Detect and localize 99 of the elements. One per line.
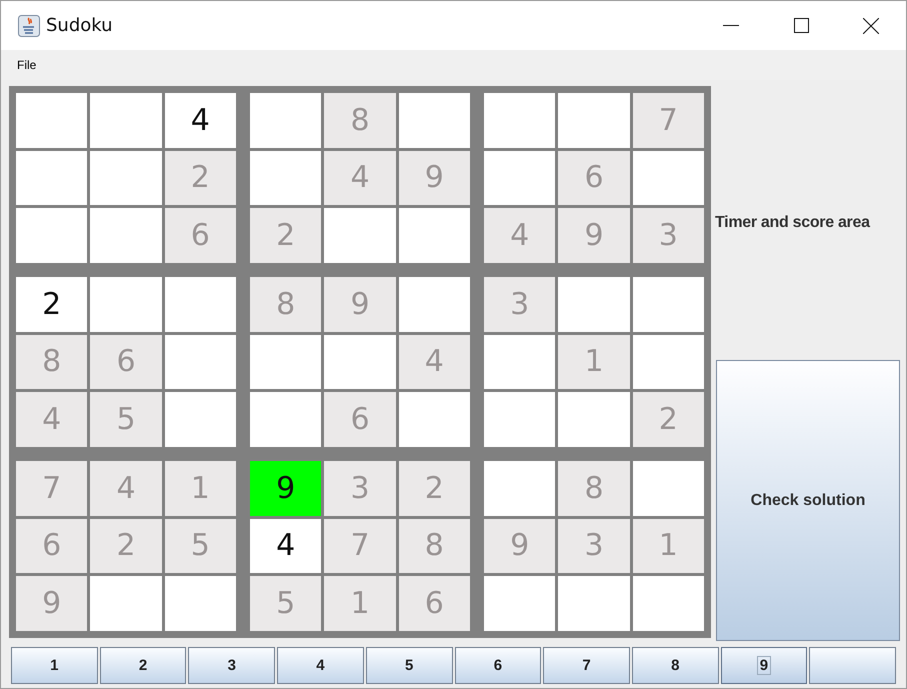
number-button[interactable]: 7 [543,647,630,684]
sudoku-cell[interactable]: 3 [632,208,704,263]
maximize-icon [794,18,808,33]
sudoku-cell[interactable]: 5 [250,576,322,631]
sudoku-cell[interactable] [398,208,470,263]
sudoku-cell[interactable] [398,277,470,332]
sudoku-cell[interactable] [164,392,236,447]
sudoku-cell[interactable]: 5 [90,392,162,447]
sudoku-cell[interactable]: 3 [484,277,556,332]
check-solution-button[interactable]: Check solution [716,360,900,641]
sudoku-cell[interactable] [250,150,322,206]
sudoku-cell[interactable] [632,277,704,332]
number-button[interactable] [809,647,896,684]
sudoku-cell[interactable] [484,93,556,148]
number-button[interactable]: 2 [100,647,186,684]
sudoku-cell[interactable]: 7 [632,93,704,148]
sudoku-cell[interactable]: 4 [250,518,322,574]
sudoku-cell[interactable]: 6 [324,392,396,447]
number-button[interactable]: 8 [632,647,719,684]
sudoku-cell[interactable] [164,334,236,390]
sudoku-cell[interactable]: 2 [16,277,88,332]
sudoku-cell[interactable]: 9 [398,150,470,206]
sudoku-cell[interactable] [16,208,88,263]
sudoku-cell[interactable] [484,392,556,447]
sudoku-cell[interactable] [632,461,704,516]
sudoku-cell[interactable]: 4 [324,150,396,206]
sudoku-cell[interactable] [558,392,630,447]
sudoku-cell[interactable]: 1 [632,518,704,574]
sudoku-cell[interactable]: 6 [398,576,470,631]
sudoku-cell[interactable]: 8 [398,518,470,574]
sudoku-cell[interactable] [484,150,556,206]
sudoku-cell[interactable]: 2 [90,518,162,574]
sudoku-cell[interactable] [324,208,396,263]
window-title: Sudoku [46,15,113,36]
sudoku-cell[interactable] [90,576,162,631]
sudoku-cell[interactable]: 8 [324,93,396,148]
sudoku-cell[interactable] [90,150,162,206]
sudoku-cell[interactable]: 2 [164,150,236,206]
sudoku-cell[interactable] [632,150,704,206]
sudoku-cell[interactable]: 6 [558,150,630,206]
timer-score-label: Timer and score area [715,214,870,232]
sudoku-cell[interactable] [398,392,470,447]
sudoku-cell[interactable]: 4 [484,208,556,263]
number-button[interactable]: 1 [11,647,98,684]
sudoku-cell[interactable] [250,93,322,148]
sudoku-cell[interactable] [90,208,162,263]
sudoku-cell[interactable] [16,93,88,148]
sudoku-cell[interactable]: 9 [558,208,630,263]
sudoku-cell[interactable]: 4 [164,93,236,148]
sudoku-cell[interactable] [90,93,162,148]
number-button[interactable]: 4 [277,647,364,684]
sudoku-cell[interactable]: 9 [16,576,88,631]
sudoku-cell[interactable]: 9 [484,518,556,574]
sudoku-cell[interactable]: 8 [250,277,322,332]
sudoku-cell[interactable] [250,334,322,390]
sudoku-cell[interactable]: 6 [90,334,162,390]
sudoku-cell[interactable] [16,150,88,206]
sudoku-cell[interactable]: 2 [632,392,704,447]
sudoku-cell[interactable]: 4 [16,392,88,447]
sudoku-cell[interactable] [632,334,704,390]
sudoku-cell[interactable] [484,576,556,631]
number-button[interactable]: 3 [188,647,276,684]
menu-item[interactable]: File [17,58,36,72]
app-icon [18,14,40,36]
number-button[interactable]: 9 [720,647,808,684]
sudoku-cell[interactable]: 4 [90,461,162,516]
sudoku-cell[interactable] [398,93,470,148]
sudoku-cell[interactable] [558,93,630,148]
sudoku-cell[interactable]: 7 [324,518,396,574]
sudoku-cell[interactable] [484,334,556,390]
sudoku-cell[interactable] [164,277,236,332]
sudoku-cell[interactable]: 7 [16,461,88,516]
sudoku-cell[interactable] [90,277,162,332]
sudoku-cell[interactable]: 9 [324,277,396,332]
sudoku-cell[interactable] [164,576,236,631]
sudoku-cell[interactable]: 8 [558,461,630,516]
sudoku-cell[interactable] [484,461,556,516]
sudoku-cell[interactable] [558,277,630,332]
sudoku-cell[interactable]: 8 [16,334,88,390]
sudoku-cell[interactable]: 1 [324,576,396,631]
sudoku-cell[interactable]: 1 [164,461,236,516]
sudoku-cell[interactable]: 6 [164,208,236,263]
sudoku-cell[interactable]: 5 [164,518,236,574]
minimize-icon [723,24,739,26]
number-button[interactable]: 5 [366,647,453,684]
sudoku-cell[interactable] [632,576,704,631]
sudoku-cell[interactable] [558,576,630,631]
number-button[interactable]: 6 [454,647,542,684]
sudoku-cell[interactable]: 2 [250,208,322,263]
sudoku-cell[interactable] [250,392,322,447]
sudoku-cell[interactable]: 3 [558,518,630,574]
sudoku-cell[interactable] [324,334,396,390]
sudoku-cell[interactable]: 4 [398,334,470,390]
sudoku-cell[interactable]: 3 [324,461,396,516]
sudoku-cell[interactable]: 1 [558,334,630,390]
close-icon [863,18,879,34]
sudoku-cell[interactable]: 6 [16,518,88,574]
sudoku-cell[interactable]: 9 [250,461,322,516]
sudoku-cell[interactable]: 2 [398,461,470,516]
